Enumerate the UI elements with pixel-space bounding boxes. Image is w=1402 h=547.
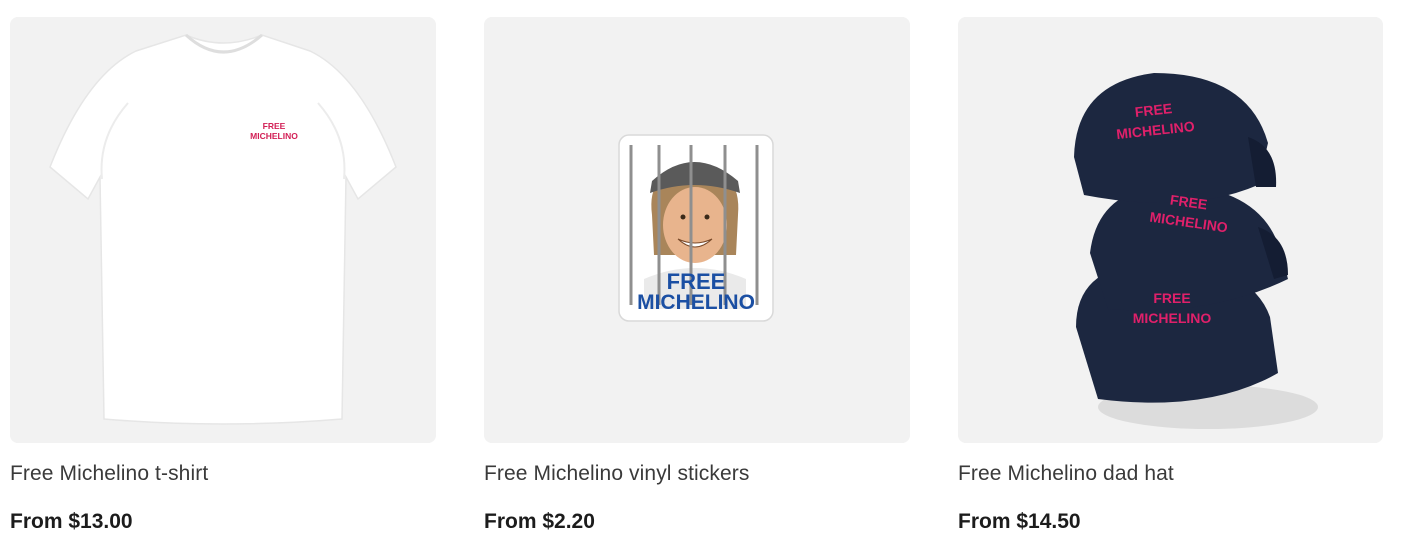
hat-print-bottom-line1: FREE (1153, 290, 1190, 306)
product-card-sticker[interactable]: FREE MICHELINO Free Michelino vinyl stic… (484, 17, 910, 535)
sticker-text-line2: MICHELINO (637, 291, 755, 314)
tshirt-print-line1: FREE (263, 121, 286, 131)
sticker-image: FREE MICHELINO (484, 17, 910, 443)
hat-print-bottom-line2: MICHELINO (1133, 310, 1212, 326)
product-card-tshirt[interactable]: FREE MICHELINO Free Michelino t-shirt Fr… (10, 17, 436, 535)
tshirt-print-line2: MICHELINO (250, 131, 298, 141)
product-image-hat[interactable]: FREE MICHELINO FREE MICHELINO FREE MICHE… (958, 17, 1383, 443)
product-card-hat[interactable]: FREE MICHELINO FREE MICHELINO FREE MICHE… (958, 17, 1383, 535)
product-title[interactable]: Free Michelino t-shirt (10, 461, 436, 487)
product-image-sticker[interactable]: FREE MICHELINO (484, 17, 910, 443)
product-price: From $2.20 (484, 510, 595, 533)
product-title[interactable]: Free Michelino dad hat (958, 461, 1383, 487)
product-price: From $14.50 (958, 510, 1081, 533)
product-title[interactable]: Free Michelino vinyl stickers (484, 461, 910, 487)
product-price: From $13.00 (10, 510, 133, 533)
product-image-tshirt[interactable]: FREE MICHELINO (10, 17, 436, 443)
product-grid: FREE MICHELINO Free Michelino t-shirt Fr… (0, 0, 1402, 547)
tshirt-image: FREE MICHELINO (10, 17, 436, 443)
hat-image: FREE MICHELINO FREE MICHELINO FREE MICHE… (958, 17, 1383, 443)
